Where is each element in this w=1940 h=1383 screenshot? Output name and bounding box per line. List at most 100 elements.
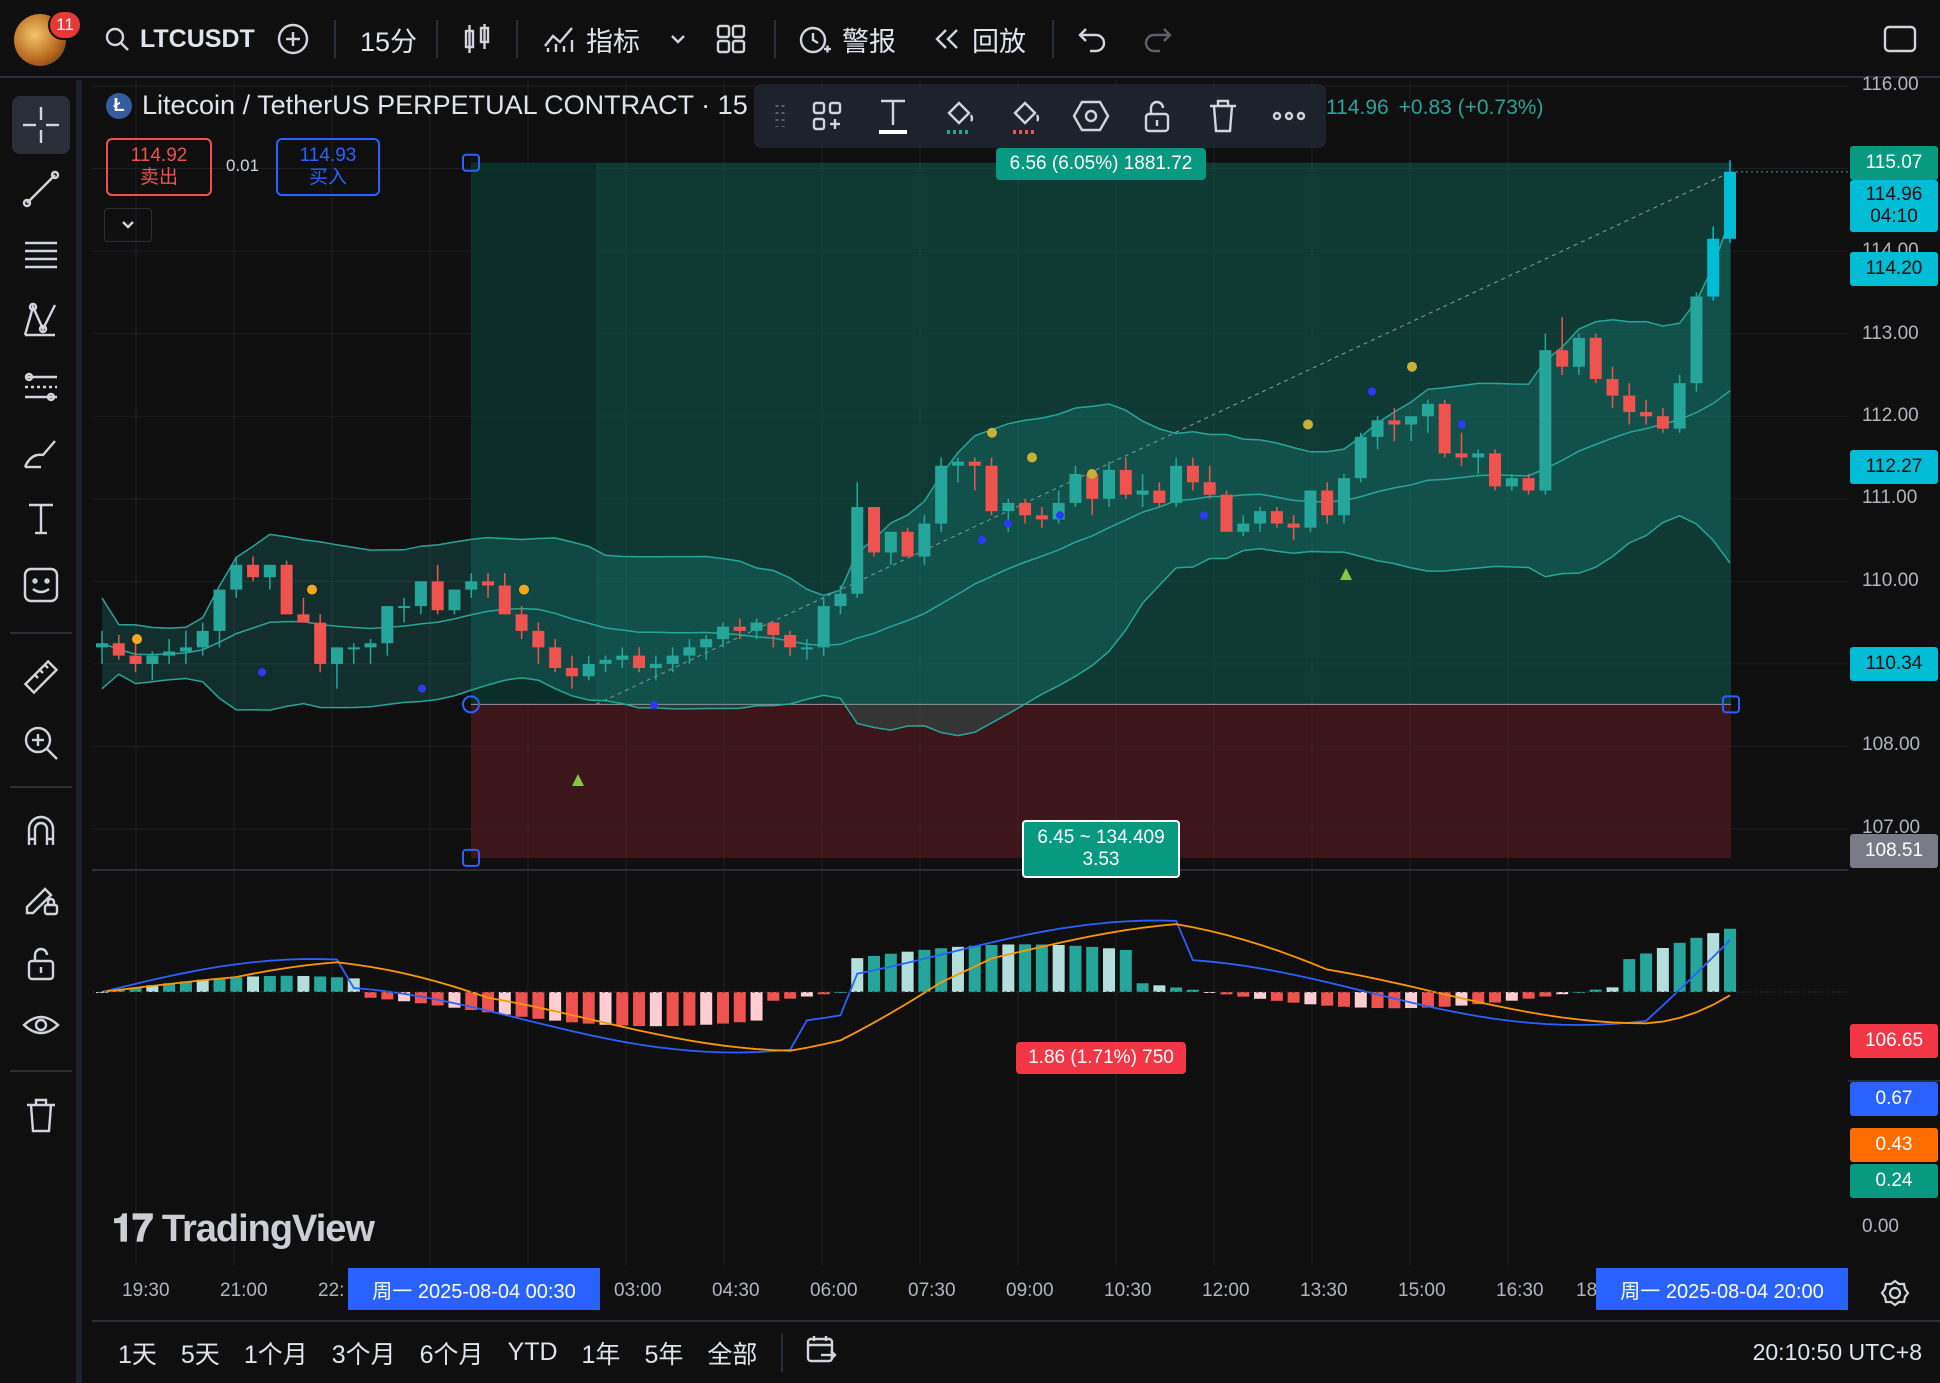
candle-body <box>1304 490 1317 528</box>
macd-histogram-bar <box>884 953 897 992</box>
candle-body <box>146 655 159 664</box>
pattern-tool[interactable] <box>12 292 70 350</box>
grid-icon <box>716 24 746 54</box>
signal-dot <box>307 584 317 595</box>
lock-button[interactable] <box>1124 88 1190 144</box>
fill-color-down-button[interactable] <box>992 88 1058 144</box>
candle-body <box>1707 238 1720 297</box>
candle-body <box>1270 511 1283 524</box>
macd-histogram-bar <box>1035 944 1048 992</box>
undo-button[interactable] <box>1076 14 1108 64</box>
range-button[interactable]: 6个月 <box>420 1335 484 1371</box>
zoom-tool[interactable] <box>12 714 70 772</box>
rewind-icon <box>935 29 958 49</box>
emoji-tool[interactable] <box>12 556 70 614</box>
fib-tool[interactable] <box>12 226 70 284</box>
macd-histogram-bar <box>247 976 260 992</box>
range-button[interactable]: 1年 <box>582 1335 621 1371</box>
sell-price: 114.92 <box>130 145 188 166</box>
brush-tool[interactable] <box>12 424 70 482</box>
magnet-tool[interactable] <box>12 802 70 860</box>
divider <box>10 632 72 634</box>
crosshair-tool[interactable] <box>12 96 70 154</box>
macd-histogram-bar <box>230 977 243 992</box>
replay-label: 回放 <box>972 26 1026 57</box>
candle-body <box>1069 474 1082 503</box>
candle-body <box>213 589 226 631</box>
macd-histogram-bar <box>364 992 377 998</box>
remove-drawings-tool[interactable] <box>12 1086 70 1144</box>
collapse-legend-button[interactable] <box>104 208 152 242</box>
measure-tool[interactable] <box>12 648 70 706</box>
clock-timezone[interactable]: 20:10:50 UTC+8 <box>1753 1339 1922 1366</box>
candle-body <box>1640 412 1653 417</box>
delete-button[interactable] <box>1190 88 1256 144</box>
macd-histogram-bar <box>716 992 729 1024</box>
candle-body <box>1254 511 1267 524</box>
layout-button[interactable] <box>714 14 748 64</box>
range-button[interactable]: 全部 <box>707 1335 757 1371</box>
buy-button[interactable]: 114.93 买入 <box>276 138 380 196</box>
buy-label: 买入 <box>308 167 347 188</box>
alerts-button[interactable]: 警报 <box>796 14 896 64</box>
fullscreen-button[interactable] <box>1882 14 1918 64</box>
text-style-button[interactable] <box>860 88 926 144</box>
settings-button[interactable] <box>1058 88 1124 144</box>
chart-type-button[interactable] <box>462 14 492 64</box>
range-button[interactable]: 1个月 <box>244 1335 308 1371</box>
alerts-label: 警报 <box>842 26 896 57</box>
macd-histogram-bar <box>1489 992 1502 1003</box>
candle-body <box>1522 478 1535 491</box>
trash-icon <box>1210 99 1236 133</box>
more-button[interactable] <box>1256 88 1322 144</box>
candle-body <box>314 622 327 664</box>
axis-settings-button[interactable] <box>1880 1278 1910 1313</box>
template-button[interactable] <box>794 88 860 144</box>
range-button[interactable]: 5天 <box>181 1335 220 1371</box>
text-tool[interactable] <box>12 490 70 548</box>
signal-dot <box>1407 361 1417 372</box>
candle-body <box>851 507 864 594</box>
indicators-button[interactable]: 指标 <box>542 14 640 64</box>
trend-line-tool[interactable] <box>12 160 70 218</box>
price-chart[interactable] <box>92 80 1848 1275</box>
macd-histogram-bar <box>767 992 780 1001</box>
candle-body <box>1623 395 1636 413</box>
redo-button[interactable] <box>1142 14 1174 64</box>
sell-button[interactable]: 114.92 卖出 <box>106 138 212 196</box>
lock-drawings-tool[interactable] <box>12 868 70 926</box>
time-tick: 09:00 <box>1006 1280 1054 1301</box>
candle-body <box>968 461 981 466</box>
prediction-tool[interactable] <box>12 358 70 416</box>
symbol-search-button[interactable]: LTCUSDT <box>104 14 255 64</box>
candle-body <box>1724 171 1736 239</box>
range-button[interactable]: YTD <box>508 1338 558 1367</box>
replay-button[interactable]: 回放 <box>932 14 1026 64</box>
macd-histogram-bar <box>599 992 612 1025</box>
candle-body <box>599 659 612 664</box>
candle-body <box>1321 490 1334 516</box>
symbol-title: Litecoin / TetherUS PERPETUAL CONTRACT ·… <box>142 90 765 120</box>
range-button[interactable]: 1天 <box>118 1335 157 1371</box>
fill-color-up-button[interactable] <box>926 88 992 144</box>
macd-histogram-bar <box>1153 985 1166 992</box>
text-icon <box>879 99 907 134</box>
goto-date-button[interactable] <box>805 1333 839 1372</box>
candle-body <box>767 622 780 635</box>
candle-body <box>1421 403 1434 417</box>
candle-body <box>1103 469 1116 499</box>
candle-body <box>616 655 629 660</box>
candle-body <box>1287 523 1300 528</box>
indicator-templates-dropdown[interactable] <box>668 14 688 64</box>
range-button[interactable]: 3个月 <box>332 1335 396 1371</box>
macd-histogram-bar <box>1237 992 1250 997</box>
macd-histogram-bar <box>1304 992 1317 1005</box>
drag-handle[interactable] <box>766 88 794 144</box>
hide-drawings-tool[interactable] <box>12 996 70 1054</box>
range-button[interactable]: 5年 <box>644 1335 683 1371</box>
position-info-label[interactable]: 6.45 ~ 134.409 3.53 <box>1022 820 1180 878</box>
interval-button[interactable]: 15分 <box>360 14 417 64</box>
compare-button[interactable] <box>276 14 310 64</box>
lock-all-tool[interactable] <box>12 934 70 992</box>
macd-histogram-bar <box>800 992 813 997</box>
